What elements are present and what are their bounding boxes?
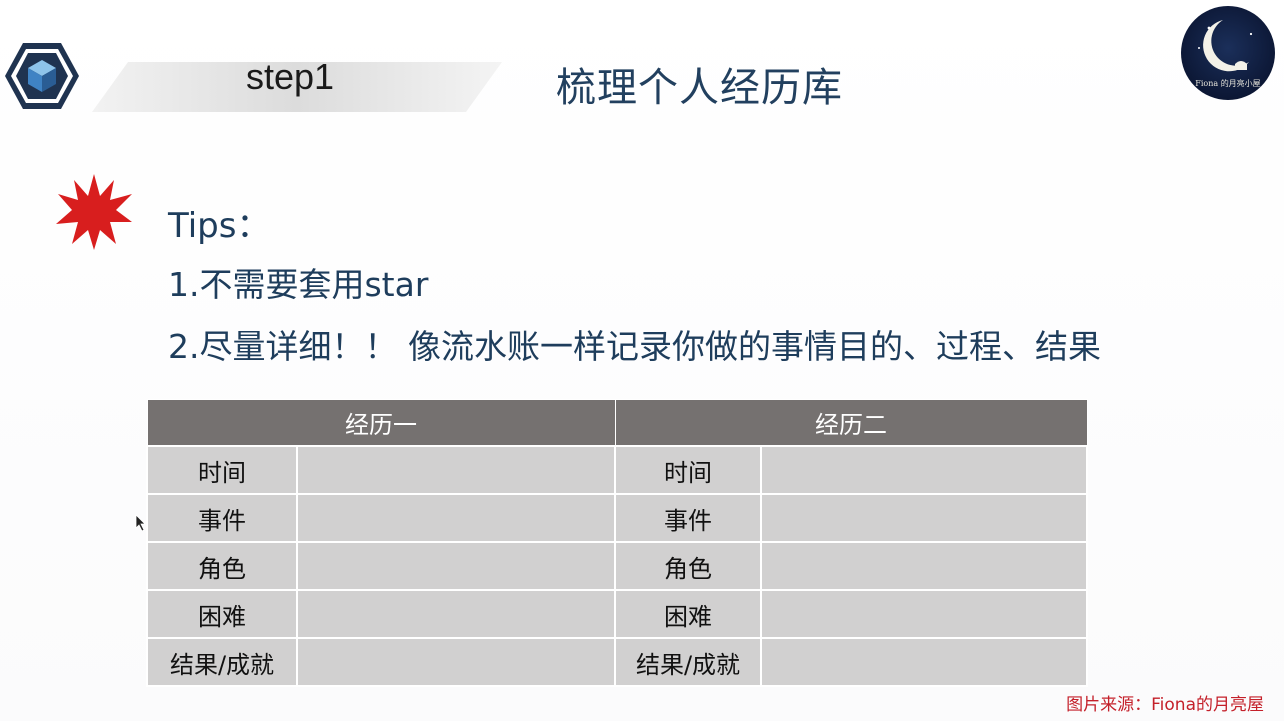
row-label: 困难 [146,589,298,639]
table-cell-empty[interactable] [296,589,616,639]
crescent-moon-icon: Fiona 的月亮小屋 [1181,6,1275,100]
table-row: 困难 困难 [146,589,1088,639]
table-row: 结果/成就 结果/成就 [146,637,1088,687]
slide: step1 梳理个人经历库 Fiona 的月亮小屋 Tips： 1.不需要套用s… [0,0,1284,721]
table-header-row: 经历一 经历二 [146,399,1088,447]
table-row: 角色 角色 [146,541,1088,591]
header-experience-2: 经历二 [614,399,1088,447]
experience-table: 经历一 经历二 时间 时间 事件 事件 角色 角色 困难 困难 结果/成就 结果… [146,399,1088,687]
header-experience-1: 经历一 [146,399,616,447]
tip-item-1: 1.不需要套用star [168,265,429,304]
row-label: 困难 [614,589,762,639]
table-cell-empty[interactable] [760,637,1088,687]
table-row: 时间 时间 [146,445,1088,495]
row-label: 角色 [614,541,762,591]
mouse-cursor-icon [135,514,146,532]
table-cell-empty[interactable] [760,541,1088,591]
row-label: 结果/成就 [614,637,762,687]
badge-text: Fiona 的月亮小屋 [1195,78,1260,88]
row-label: 时间 [614,445,762,495]
tips-title: Tips： [168,206,271,246]
table-cell-empty[interactable] [760,589,1088,639]
row-label: 时间 [146,445,298,495]
row-label: 结果/成就 [146,637,298,687]
step-label: step1 [246,56,335,97]
table-cell-empty[interactable] [296,493,616,543]
image-source-note: 图片来源：Fiona的月亮屋 [1066,695,1264,715]
row-label: 角色 [146,541,298,591]
table-cell-empty[interactable] [296,541,616,591]
table-cell-empty[interactable] [296,637,616,687]
table-cell-empty[interactable] [296,445,616,495]
tip-item-2: 2.尽量详细！！ 像流水账一样记录你做的事情目的、过程、结果 [168,327,1101,366]
row-label: 事件 [614,493,762,543]
table-cell-empty[interactable] [760,445,1088,495]
table-cell-empty[interactable] [760,493,1088,543]
table-row: 事件 事件 [146,493,1088,543]
hexagon-cube-icon [5,43,79,109]
row-label: 事件 [146,493,298,543]
slide-title: 梳理个人经历库 [556,65,843,111]
red-burst-icon [56,174,132,250]
